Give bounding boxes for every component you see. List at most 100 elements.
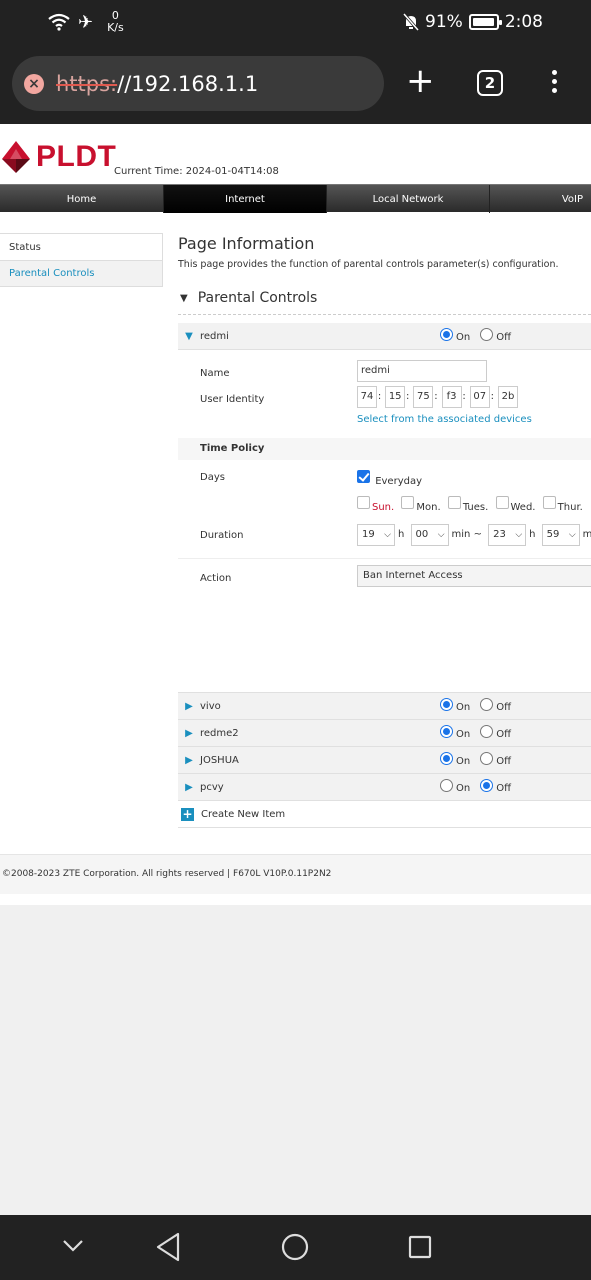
- create-new-item-label: Create New Item: [201, 808, 286, 820]
- radio-off[interactable]: [480, 725, 494, 738]
- main-content: Page Information This page provides the …: [178, 232, 591, 828]
- battery-icon: [468, 14, 502, 30]
- collapse-triangle-icon[interactable]: ▼: [180, 293, 188, 304]
- collapsed-arrow-icon[interactable]: ▶: [178, 701, 200, 712]
- nav-home[interactable]: Home: [0, 185, 164, 213]
- chevron-down-icon: ⌵: [568, 530, 576, 540]
- url-text[interactable]: https://192.168.1.1: [56, 72, 258, 96]
- day-checkbox-tue[interactable]: [447, 496, 461, 509]
- plus-icon[interactable]: +: [181, 807, 194, 821]
- chevron-down-icon: ⌵: [515, 530, 523, 540]
- section-header[interactable]: ▼ Parental Controls: [178, 290, 591, 315]
- start-hour-select[interactable]: 19 ⌵: [357, 524, 395, 546]
- mac-octet-input[interactable]: 07: [469, 386, 490, 408]
- name-label: Name: [200, 368, 230, 379]
- collapsed-arrow-icon[interactable]: ▶: [178, 755, 200, 766]
- system-nav-bar: [0, 1215, 591, 1280]
- sidebar: Status Parental Controls: [0, 233, 163, 287]
- radio-off[interactable]: [480, 328, 494, 341]
- rule-name: JOSHUA: [200, 754, 239, 766]
- footer: ©2008-2023 ZTE Corporation. All rights r…: [0, 854, 591, 894]
- everyday-label: Everyday: [375, 475, 422, 487]
- rule-name: redmi: [200, 330, 229, 342]
- radio-off[interactable]: [480, 752, 494, 765]
- pldt-logo-icon: [2, 141, 30, 173]
- day-label: Wed.: [510, 501, 536, 513]
- nav-internet[interactable]: Internet: [164, 185, 327, 213]
- rule-detail-panel: Name redmi User Identity 74: 15: 75: f3:…: [178, 360, 591, 693]
- rule-name: pcvy: [200, 781, 224, 793]
- home-icon[interactable]: [281, 1233, 309, 1261]
- airplane-icon: ✈: [78, 11, 94, 33]
- radio-on[interactable]: [440, 328, 453, 341]
- new-tab-icon[interactable]: +: [406, 64, 435, 98]
- section-title: Parental Controls: [197, 290, 318, 306]
- duration-label: Duration: [200, 530, 244, 541]
- browser-toolbar: × https://192.168.1.1 + 2: [0, 46, 591, 124]
- day-label: Thur.: [557, 501, 583, 513]
- rule-row-joshua[interactable]: ▶ JOSHUA On Off: [178, 747, 591, 774]
- collapsed-arrow-icon[interactable]: ▶: [178, 782, 200, 793]
- nav-voip[interactable]: VoIP: [490, 185, 591, 213]
- end-minute-select[interactable]: 59 ⌵: [541, 524, 580, 546]
- chevron-down-icon[interactable]: [62, 1239, 84, 1253]
- radio-on[interactable]: [440, 698, 453, 711]
- radio-off[interactable]: [480, 698, 494, 711]
- back-icon[interactable]: [155, 1232, 181, 1262]
- rule-row-redmi[interactable]: ▼ redmi On Off: [178, 323, 591, 350]
- collapsed-arrow-icon[interactable]: ▶: [178, 728, 200, 739]
- current-time: Current Time: 2024-01-04T14:08: [114, 166, 279, 177]
- address-bar[interactable]: × https://192.168.1.1: [12, 56, 384, 111]
- name-input[interactable]: redmi: [357, 360, 487, 382]
- rule-row-vivo[interactable]: ▶ vivo On Off: [178, 693, 591, 720]
- day-label: Tues.: [462, 501, 489, 513]
- mac-octet-input[interactable]: 75: [413, 386, 434, 408]
- sidebar-item-status[interactable]: Status: [0, 234, 162, 260]
- day-checkbox-thu[interactable]: [542, 496, 556, 509]
- days-label: Days: [200, 472, 225, 483]
- rule-row-redme2[interactable]: ▶ redme2 On Off: [178, 720, 591, 747]
- expanded-arrow-icon[interactable]: ▼: [178, 331, 200, 342]
- radio-on[interactable]: [440, 752, 453, 765]
- rule-row-pcvy[interactable]: ▶ pcvy On Off: [178, 774, 591, 801]
- main-nav: Home Internet Local Network VoIP: [0, 184, 591, 213]
- wifi-icon: [48, 13, 70, 31]
- user-identity-label: User Identity: [200, 394, 265, 405]
- mac-octet-input[interactable]: 2b: [497, 386, 518, 408]
- action-select[interactable]: Ban Internet Access: [357, 565, 591, 587]
- status-bar: ✈ 0 K/s 91% 2:08: [0, 0, 591, 46]
- start-minute-select[interactable]: 00 ⌵: [410, 524, 449, 546]
- everyday-checkbox[interactable]: [357, 470, 370, 483]
- action-label: Action: [200, 573, 232, 584]
- mac-octet-input[interactable]: 74: [357, 386, 377, 408]
- day-checkbox-sun[interactable]: [357, 496, 370, 509]
- nav-local-network[interactable]: Local Network: [327, 185, 490, 213]
- day-checkbox-wed[interactable]: [495, 496, 509, 509]
- battery-percent: 91%: [425, 12, 463, 32]
- end-hour-select[interactable]: 23 ⌵: [488, 524, 527, 546]
- mac-address-fields: 74: 15: 75: f3: 07: 2b: [357, 386, 518, 408]
- recents-icon[interactable]: [408, 1235, 432, 1259]
- insecure-connection-icon[interactable]: ×: [24, 73, 44, 94]
- mac-octet-input[interactable]: f3: [441, 386, 462, 408]
- create-new-item-button[interactable]: + Create New Item: [178, 801, 591, 828]
- rule-name: vivo: [200, 700, 221, 712]
- pldt-logo: PLDT: [0, 139, 116, 175]
- radio-on[interactable]: [440, 779, 453, 792]
- day-checkbox-mon[interactable]: [401, 496, 415, 509]
- rule-name: redme2: [200, 727, 239, 739]
- chevron-down-icon: ⌵: [384, 530, 391, 540]
- day-label: Sun.: [372, 501, 395, 513]
- tab-switcher-button[interactable]: 2: [477, 70, 503, 96]
- more-menu-icon[interactable]: [552, 70, 558, 97]
- network-speed: 0 K/s: [107, 9, 124, 34]
- select-associated-devices-link[interactable]: Select from the associated devices: [357, 414, 532, 425]
- router-page: PLDT Current Time: 2024-01-04T14:08 Home…: [0, 124, 591, 905]
- radio-on[interactable]: [440, 725, 453, 738]
- radio-off[interactable]: [480, 779, 494, 792]
- day-label: Mon.: [416, 501, 441, 513]
- sidebar-item-parental-controls[interactable]: Parental Controls: [0, 260, 162, 286]
- page-title: Page Information: [178, 234, 315, 253]
- mac-octet-input[interactable]: 15: [385, 386, 406, 408]
- bell-muted-icon: [403, 13, 420, 31]
